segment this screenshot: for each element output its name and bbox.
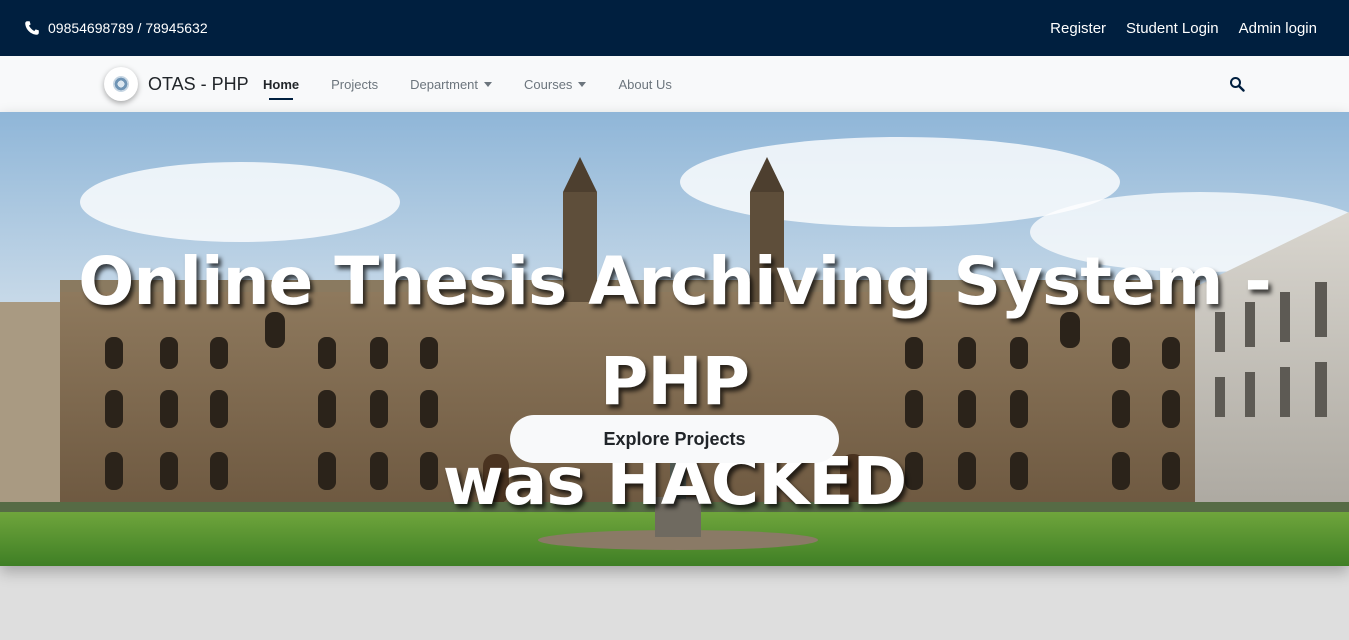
caret-down-icon — [484, 81, 493, 87]
nav-item-projects[interactable]: Projects — [315, 56, 394, 112]
phone-number: 09854698789 / 78945632 — [48, 20, 208, 36]
explore-projects-button[interactable]: Explore Projects — [510, 415, 839, 463]
nav-item-label: Home — [263, 76, 300, 92]
nav-item-label: Courses — [524, 76, 573, 92]
admin-login-link[interactable]: Admin login — [1239, 20, 1317, 37]
logo-icon — [104, 67, 138, 101]
brand[interactable]: OTAS - PHP — [104, 67, 249, 101]
nav-item-courses[interactable]: Courses — [508, 56, 602, 112]
hero-title: Online Thesis Archiving System - PHP was… — [0, 232, 1349, 532]
top-bar: 09854698789 / 78945632 Register Student … — [0, 0, 1349, 56]
caret-down-icon — [578, 81, 587, 87]
account-links: Register Student Login Admin login — [1050, 20, 1317, 37]
search-icon[interactable] — [1229, 76, 1245, 92]
main-navbar: OTAS - PHP Home Projects Department Cour… — [0, 56, 1349, 112]
hero-banner: Online Thesis Archiving System - PHP was… — [0, 112, 1349, 566]
brand-name: OTAS - PHP — [148, 73, 249, 94]
nav-item-department[interactable]: Department — [394, 56, 508, 112]
contact-info: 09854698789 / 78945632 — [24, 20, 208, 36]
nav-menu: Home Projects Department Courses About U… — [247, 56, 688, 112]
register-link[interactable]: Register — [1050, 20, 1106, 37]
nav-item-label: About Us — [618, 76, 672, 92]
student-login-link[interactable]: Student Login — [1126, 20, 1219, 37]
hero-title-line1: Online Thesis Archiving System - PHP — [78, 243, 1272, 420]
nav-item-home[interactable]: Home — [247, 56, 315, 112]
nav-item-label: Department — [410, 76, 479, 92]
nav-item-about-us[interactable]: About Us — [602, 56, 687, 112]
nav-item-label: Projects — [331, 76, 379, 92]
phone-icon — [25, 21, 39, 35]
